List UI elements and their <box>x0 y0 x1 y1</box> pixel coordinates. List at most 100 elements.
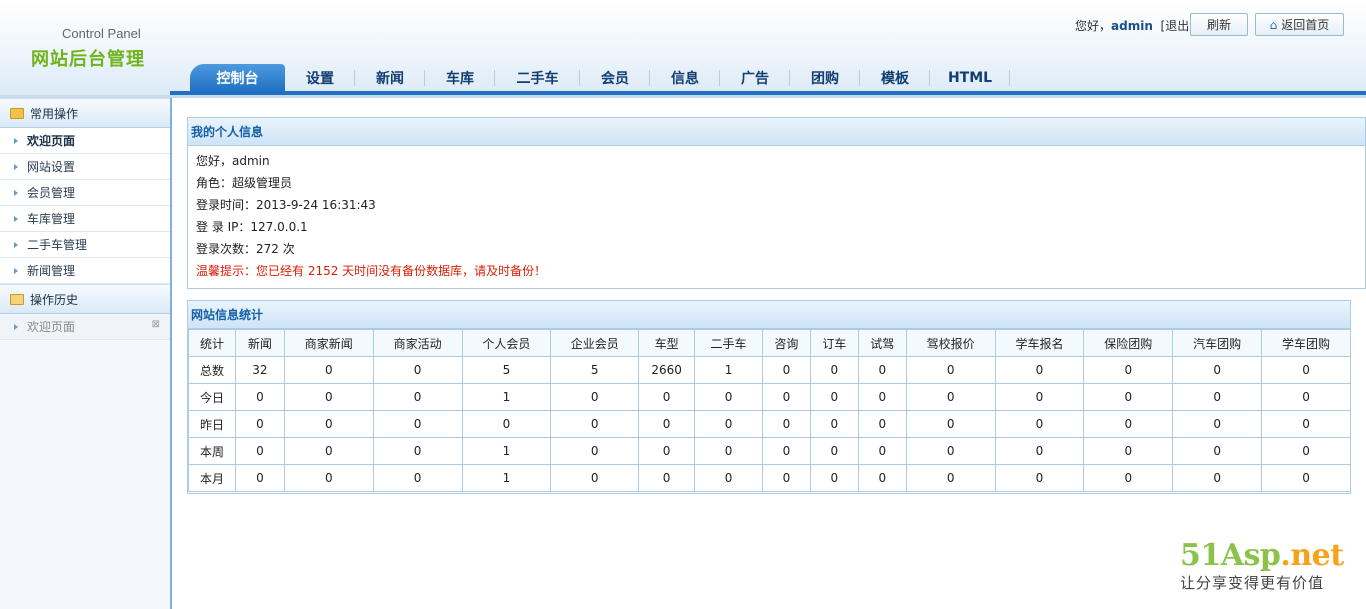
table-cell: 5 <box>461 356 552 384</box>
tab-settings[interactable]: 设置 <box>285 64 355 92</box>
table-cell: 0 <box>905 464 996 492</box>
table-cell: 0 <box>234 383 285 411</box>
tab-members[interactable]: 会员 <box>580 64 650 92</box>
sidebar-item-used-cars[interactable]: 二手车管理 <box>0 232 170 258</box>
tab-used-cars[interactable]: 二手车 <box>495 64 580 92</box>
table-cell: 0 <box>283 410 374 438</box>
row-label: 本月 <box>188 464 236 492</box>
sidebar-item-welcome[interactable]: 欢迎页面 <box>0 128 170 154</box>
profile-panel-title: 我的个人信息 <box>188 118 1365 146</box>
table-cell: 1 <box>694 356 763 384</box>
table-cell: 0 <box>1083 464 1174 492</box>
table-cell: 1 <box>461 383 552 411</box>
header-divider <box>0 95 1366 98</box>
table-header-row: 统计 新闻 商家新闻 商家活动 个人会员 企业会员 车型 二手车 咨询 订车 试驾 驾校报价 学车报名保… <box>188 329 1351 357</box>
home-label: 返回首页 <box>1281 18 1330 32</box>
column-header: 汽车团购 <box>1172 329 1263 357</box>
table-cell: 0 <box>1083 410 1174 438</box>
logout-link[interactable]: [退出] <box>1161 19 1194 33</box>
history-item-welcome[interactable]: 欢迎页面 ⊠ <box>0 314 170 340</box>
table-cell: 0 <box>809 356 859 384</box>
table-cell: 0 <box>994 464 1085 492</box>
logo-title: 网站后台管理 <box>31 49 145 70</box>
profile-login-count: 登录次数：272 次 <box>196 242 295 256</box>
table-cell: 0 <box>638 410 696 438</box>
arrow-right-icon <box>14 323 18 330</box>
table-cell: 0 <box>761 356 811 384</box>
table-cell: 0 <box>905 383 996 411</box>
home-icon: ⌂ <box>1269 17 1278 32</box>
column-header: 二手车 <box>694 329 763 357</box>
table-cell: 0 <box>761 464 811 492</box>
tab-ads[interactable]: 广告 <box>720 64 790 92</box>
table-cell: 0 <box>809 410 859 438</box>
history-icon <box>10 293 24 305</box>
table-cell: 0 <box>550 410 640 438</box>
row-label: 昨日 <box>188 410 236 438</box>
table-cell: 0 <box>461 410 552 438</box>
arrow-right-icon <box>14 215 18 222</box>
home-button[interactable]: ⌂ 返回首页 <box>1255 13 1344 36</box>
refresh-button[interactable]: 刷新 <box>1190 13 1248 36</box>
table-cell: 0 <box>1083 383 1174 411</box>
column-header: 新闻 <box>234 329 285 357</box>
tab-html[interactable]: HTML <box>930 64 1010 92</box>
table-cell: 0 <box>372 464 463 492</box>
table-cell: 0 <box>761 437 811 465</box>
table-cell: 0 <box>994 437 1085 465</box>
sidebar-item-news[interactable]: 新闻管理 <box>0 258 170 284</box>
table-cell: 0 <box>1172 383 1263 411</box>
table-cell: 0 <box>372 356 463 384</box>
table-cell: 0 <box>234 464 285 492</box>
watermark-logo-suffix: .net <box>1280 538 1344 573</box>
sidebar-item-garage[interactable]: 车库管理 <box>0 206 170 232</box>
table-cell: 0 <box>372 383 463 411</box>
tab-templates[interactable]: 模板 <box>860 64 930 92</box>
sidebar-section-common[interactable]: 常用操作 <box>0 98 170 128</box>
table-cell: 0 <box>809 464 859 492</box>
arrow-right-icon <box>14 267 18 274</box>
column-header: 学车团购 <box>1261 329 1351 357</box>
sidebar-item-members[interactable]: 会员管理 <box>0 180 170 206</box>
table-cell: 0 <box>1172 410 1263 438</box>
tab-garage[interactable]: 车库 <box>425 64 495 92</box>
sidebar-item-label: 网站设置 <box>27 160 76 174</box>
username: admin <box>1111 19 1153 33</box>
table-cell: 0 <box>550 383 640 411</box>
profile-panel: 我的个人信息 您好，admin 角色：超级管理员 登录时间：2013-9-24 … <box>187 117 1366 289</box>
sidebar-section-history[interactable]: 操作历史 <box>0 284 170 314</box>
folder-icon <box>10 107 24 119</box>
watermark-logo: 51Asp.net <box>1180 538 1344 574</box>
tab-news[interactable]: 新闻 <box>355 64 425 92</box>
watermark: 51Asp.net 让分享变得更有价值 <box>1180 538 1344 593</box>
user-info: 您好，admin [退出] <box>1075 17 1194 34</box>
tab-info[interactable]: 信息 <box>650 64 720 92</box>
tab-group-buy[interactable]: 团购 <box>790 64 860 92</box>
table-cell: 0 <box>694 410 763 438</box>
table-cell: 0 <box>905 437 996 465</box>
table-cell: 0 <box>1261 464 1351 492</box>
watermark-logo-main: 51Asp <box>1180 538 1281 573</box>
sidebar-item-site-settings[interactable]: 网站设置 <box>0 154 170 180</box>
table-cell: 0 <box>1083 437 1174 465</box>
table-cell: 0 <box>809 383 859 411</box>
table-cell: 0 <box>994 410 1085 438</box>
table-cell: 0 <box>1261 410 1351 438</box>
table-cell: 0 <box>234 410 285 438</box>
table-row: 今日 0 0 0 1 0 0 0 0 0 0 0 0 0 0 0 <box>188 383 1351 411</box>
table-cell: 0 <box>905 410 996 438</box>
table-cell: 0 <box>372 410 463 438</box>
table-cell: 0 <box>857 410 907 438</box>
table-cell: 0 <box>905 356 996 384</box>
row-label: 总数 <box>188 356 236 384</box>
table-row: 总数 32 0 0 5 5 2660 1 0 0 0 0 0 0 0 0 <box>188 356 1351 384</box>
sidebar-item-label: 车库管理 <box>27 212 76 226</box>
close-icon[interactable]: ⊠ <box>152 319 160 330</box>
stats-table: 统计 新闻 商家新闻 商家活动 个人会员 企业会员 车型 二手车 咨询 订车 试驾 驾校报价 学车报名保… <box>188 329 1351 492</box>
sidebar-section-label: 操作历史 <box>30 292 79 307</box>
table-cell: 0 <box>857 437 907 465</box>
table-cell: 0 <box>283 383 374 411</box>
column-header: 驾校报价 <box>905 329 996 357</box>
column-header: 统计 <box>188 329 236 357</box>
tab-console[interactable]: 控制台 <box>190 64 285 92</box>
